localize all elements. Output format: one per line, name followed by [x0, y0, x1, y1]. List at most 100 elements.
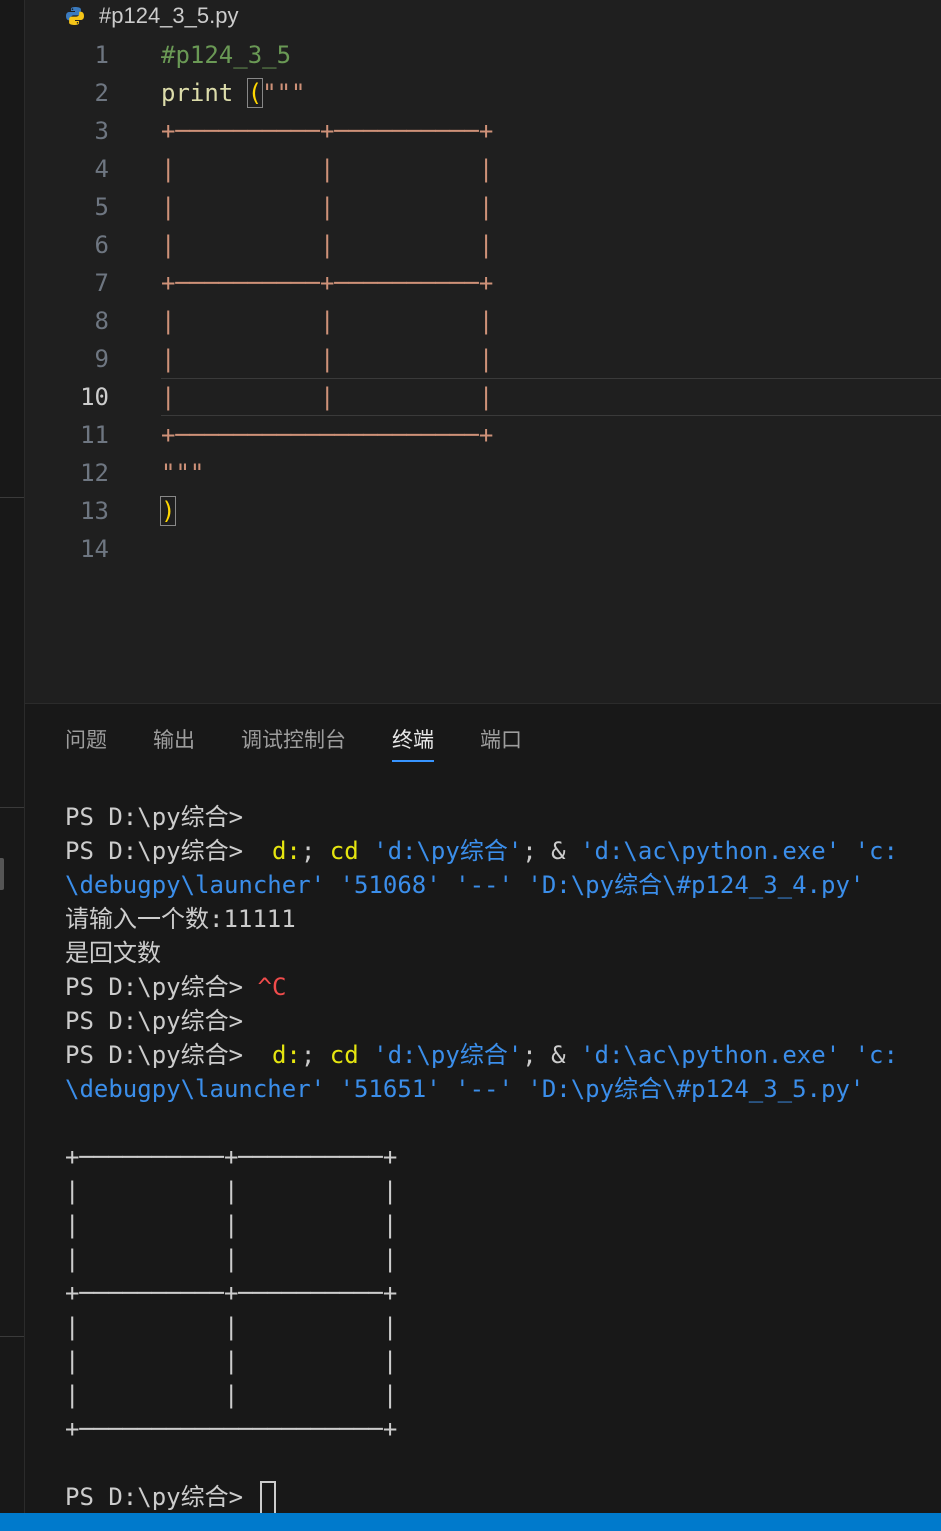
code-text[interactable]: | | | [161, 302, 493, 340]
gutter-divider [0, 1336, 24, 1337]
code-line[interactable]: 13) [25, 492, 941, 530]
terminal-text: 是回文数 [65, 939, 161, 967]
terminal-text: PS D:\py综合> [65, 803, 258, 831]
terminal-line: | | | [65, 1242, 941, 1276]
panel-tab[interactable]: 端口 [480, 724, 522, 762]
terminal-cursor[interactable] [259, 1481, 276, 1514]
line-number: 3 [94, 117, 109, 145]
code-token: +─────────────────────+ [161, 421, 494, 449]
breadcrumb[interactable]: #p124_3_5.py [65, 2, 238, 30]
code-token: | | | [161, 307, 494, 335]
line-number: 13 [80, 497, 109, 525]
panel-tabs: 问题 输出 调试控制台 终端 端口 [65, 724, 568, 762]
terminal-text: | | | [65, 1347, 398, 1375]
gutter-divider [0, 807, 24, 808]
breadcrumb-filename[interactable]: #p124_3_5.py [99, 3, 238, 29]
terminal-line: 是回文数 [65, 936, 941, 970]
code-token: | | | [161, 155, 494, 183]
code-line[interactable]: 9 | | | [25, 340, 941, 378]
terminal-text: 'c: [840, 837, 898, 865]
code-text[interactable]: +──────────+──────────+ [161, 264, 493, 302]
code-line[interactable]: 14 [25, 530, 941, 568]
panel-tab[interactable]: 输出 [153, 724, 195, 762]
code-text[interactable]: print (""" [161, 74, 306, 112]
code-token: | | | [161, 383, 494, 411]
code-line[interactable]: 6 | | | [25, 226, 941, 264]
code-text[interactable]: | | | [161, 150, 493, 188]
terminal-text: 'c: [840, 1041, 898, 1069]
code-token: print [161, 79, 248, 107]
terminal-text: cd [329, 1041, 359, 1069]
panel-tab[interactable]: 终端 [392, 724, 434, 762]
terminal-line: PS D:\py综合> [65, 800, 941, 834]
terminal-text: PS D:\py综合> [65, 837, 272, 865]
terminal-text: 请输入一个数:11111 [65, 905, 296, 933]
code-token: ) [159, 496, 177, 526]
code-line[interactable]: 11 +─────────────────────+ [25, 416, 941, 454]
code-token: """ [262, 79, 306, 107]
code-editor[interactable]: #p124_3_5.py 1 #p124_3_5 2 print (""" 3 +────… [25, 0, 941, 703]
code-line[interactable]: 4 | | | [25, 150, 941, 188]
code-text[interactable]: | | | [161, 340, 493, 378]
terminal-line: 请输入一个数:11111 [65, 902, 941, 936]
code-line[interactable]: 7 +──────────+──────────+ [25, 264, 941, 302]
line-number: 9 [94, 345, 109, 373]
terminal-line: +─────────────────────+ [65, 1412, 941, 1446]
line-number: 14 [80, 535, 109, 563]
terminal-text: +──────────+──────────+ [65, 1279, 398, 1307]
code-text[interactable]: | | | [161, 379, 493, 415]
panel-tab[interactable]: 问题 [65, 724, 107, 762]
terminal-prompt-line[interactable]: PS D:\py综合> [65, 1480, 941, 1514]
code-line[interactable]: 10 | | | [80, 378, 941, 416]
code-token: | | | [161, 345, 494, 373]
terminal-text: PS D:\py综合> [65, 973, 258, 1001]
code-text[interactable]: +─────────────────────+ [161, 416, 493, 454]
gutter-divider [0, 497, 24, 498]
code-text[interactable]: """ [161, 454, 204, 492]
code-text[interactable]: | | | [161, 226, 493, 264]
line-number: 1 [94, 41, 109, 69]
code-token: +──────────+──────────+ [161, 269, 494, 297]
panel-tab[interactable]: 调试控制台 [241, 724, 346, 762]
terminal-text: | | | [65, 1381, 398, 1409]
code-line[interactable]: 3 +──────────+──────────+ [25, 112, 941, 150]
python-file-icon [66, 7, 84, 25]
line-number: 7 [94, 269, 109, 297]
code-text[interactable]: +──────────+──────────+ [161, 112, 493, 150]
line-number: 6 [94, 231, 109, 259]
terminal-line: PS D:\py综合> d:; cd 'd:\py综合'; & 'd:\ac\p… [65, 1038, 941, 1072]
terminal-text: 'd:\ac\python.exe' [580, 1041, 841, 1069]
line-number: 4 [94, 155, 109, 183]
code-token: | | | [161, 193, 494, 221]
terminal-text: ; [300, 1041, 330, 1069]
bottom-panel[interactable]: 问题 输出 调试控制台 终端 端口 PS D:\py综合> PS D:\py综合> d:… [25, 703, 941, 1514]
code-token: ( [246, 78, 264, 108]
code-line[interactable]: 1 #p124_3_5 [25, 36, 941, 74]
gutter-marker [0, 858, 4, 890]
code-text[interactable]: | | | [161, 188, 493, 226]
terminal-text: | | | [65, 1177, 398, 1205]
terminal-line: \debugpy\launcher' '51068' '--' 'D:\py综合… [65, 868, 941, 902]
code-text[interactable]: ) [159, 492, 177, 530]
code-text[interactable]: #p124_3_5 [161, 36, 291, 74]
line-number: 12 [80, 459, 109, 487]
terminal-line: | | | [65, 1208, 941, 1242]
terminal-text: 'd:\py综合' [358, 837, 523, 865]
terminal-text: d: [271, 837, 301, 865]
code-line[interactable]: 2 print (""" [25, 74, 941, 112]
terminal-text: \debugpy\launcher' '51068' '--' 'D:\py综合… [65, 871, 865, 899]
code-line[interactable]: 12 """ [25, 454, 941, 492]
terminal-text: cd [329, 837, 359, 865]
terminal-line: \debugpy\launcher' '51651' '--' 'D:\py综合… [65, 1072, 941, 1106]
terminal-output[interactable]: PS D:\py综合> PS D:\py综合> d:; cd 'd:\py综合'… [65, 800, 941, 1514]
terminal-text: ; [300, 837, 330, 865]
terminal-text: PS D:\py综合> [65, 1007, 258, 1035]
code-line[interactable]: 8 | | | [25, 302, 941, 340]
terminal-text: 'd:\py综合' [358, 1041, 523, 1069]
terminal-text: ; & [522, 1041, 581, 1069]
code-line[interactable]: 5 | | | [25, 188, 941, 226]
line-number: 10 [80, 383, 109, 411]
activity-gutter [0, 0, 25, 1513]
code-token: +──────────+──────────+ [161, 117, 494, 145]
